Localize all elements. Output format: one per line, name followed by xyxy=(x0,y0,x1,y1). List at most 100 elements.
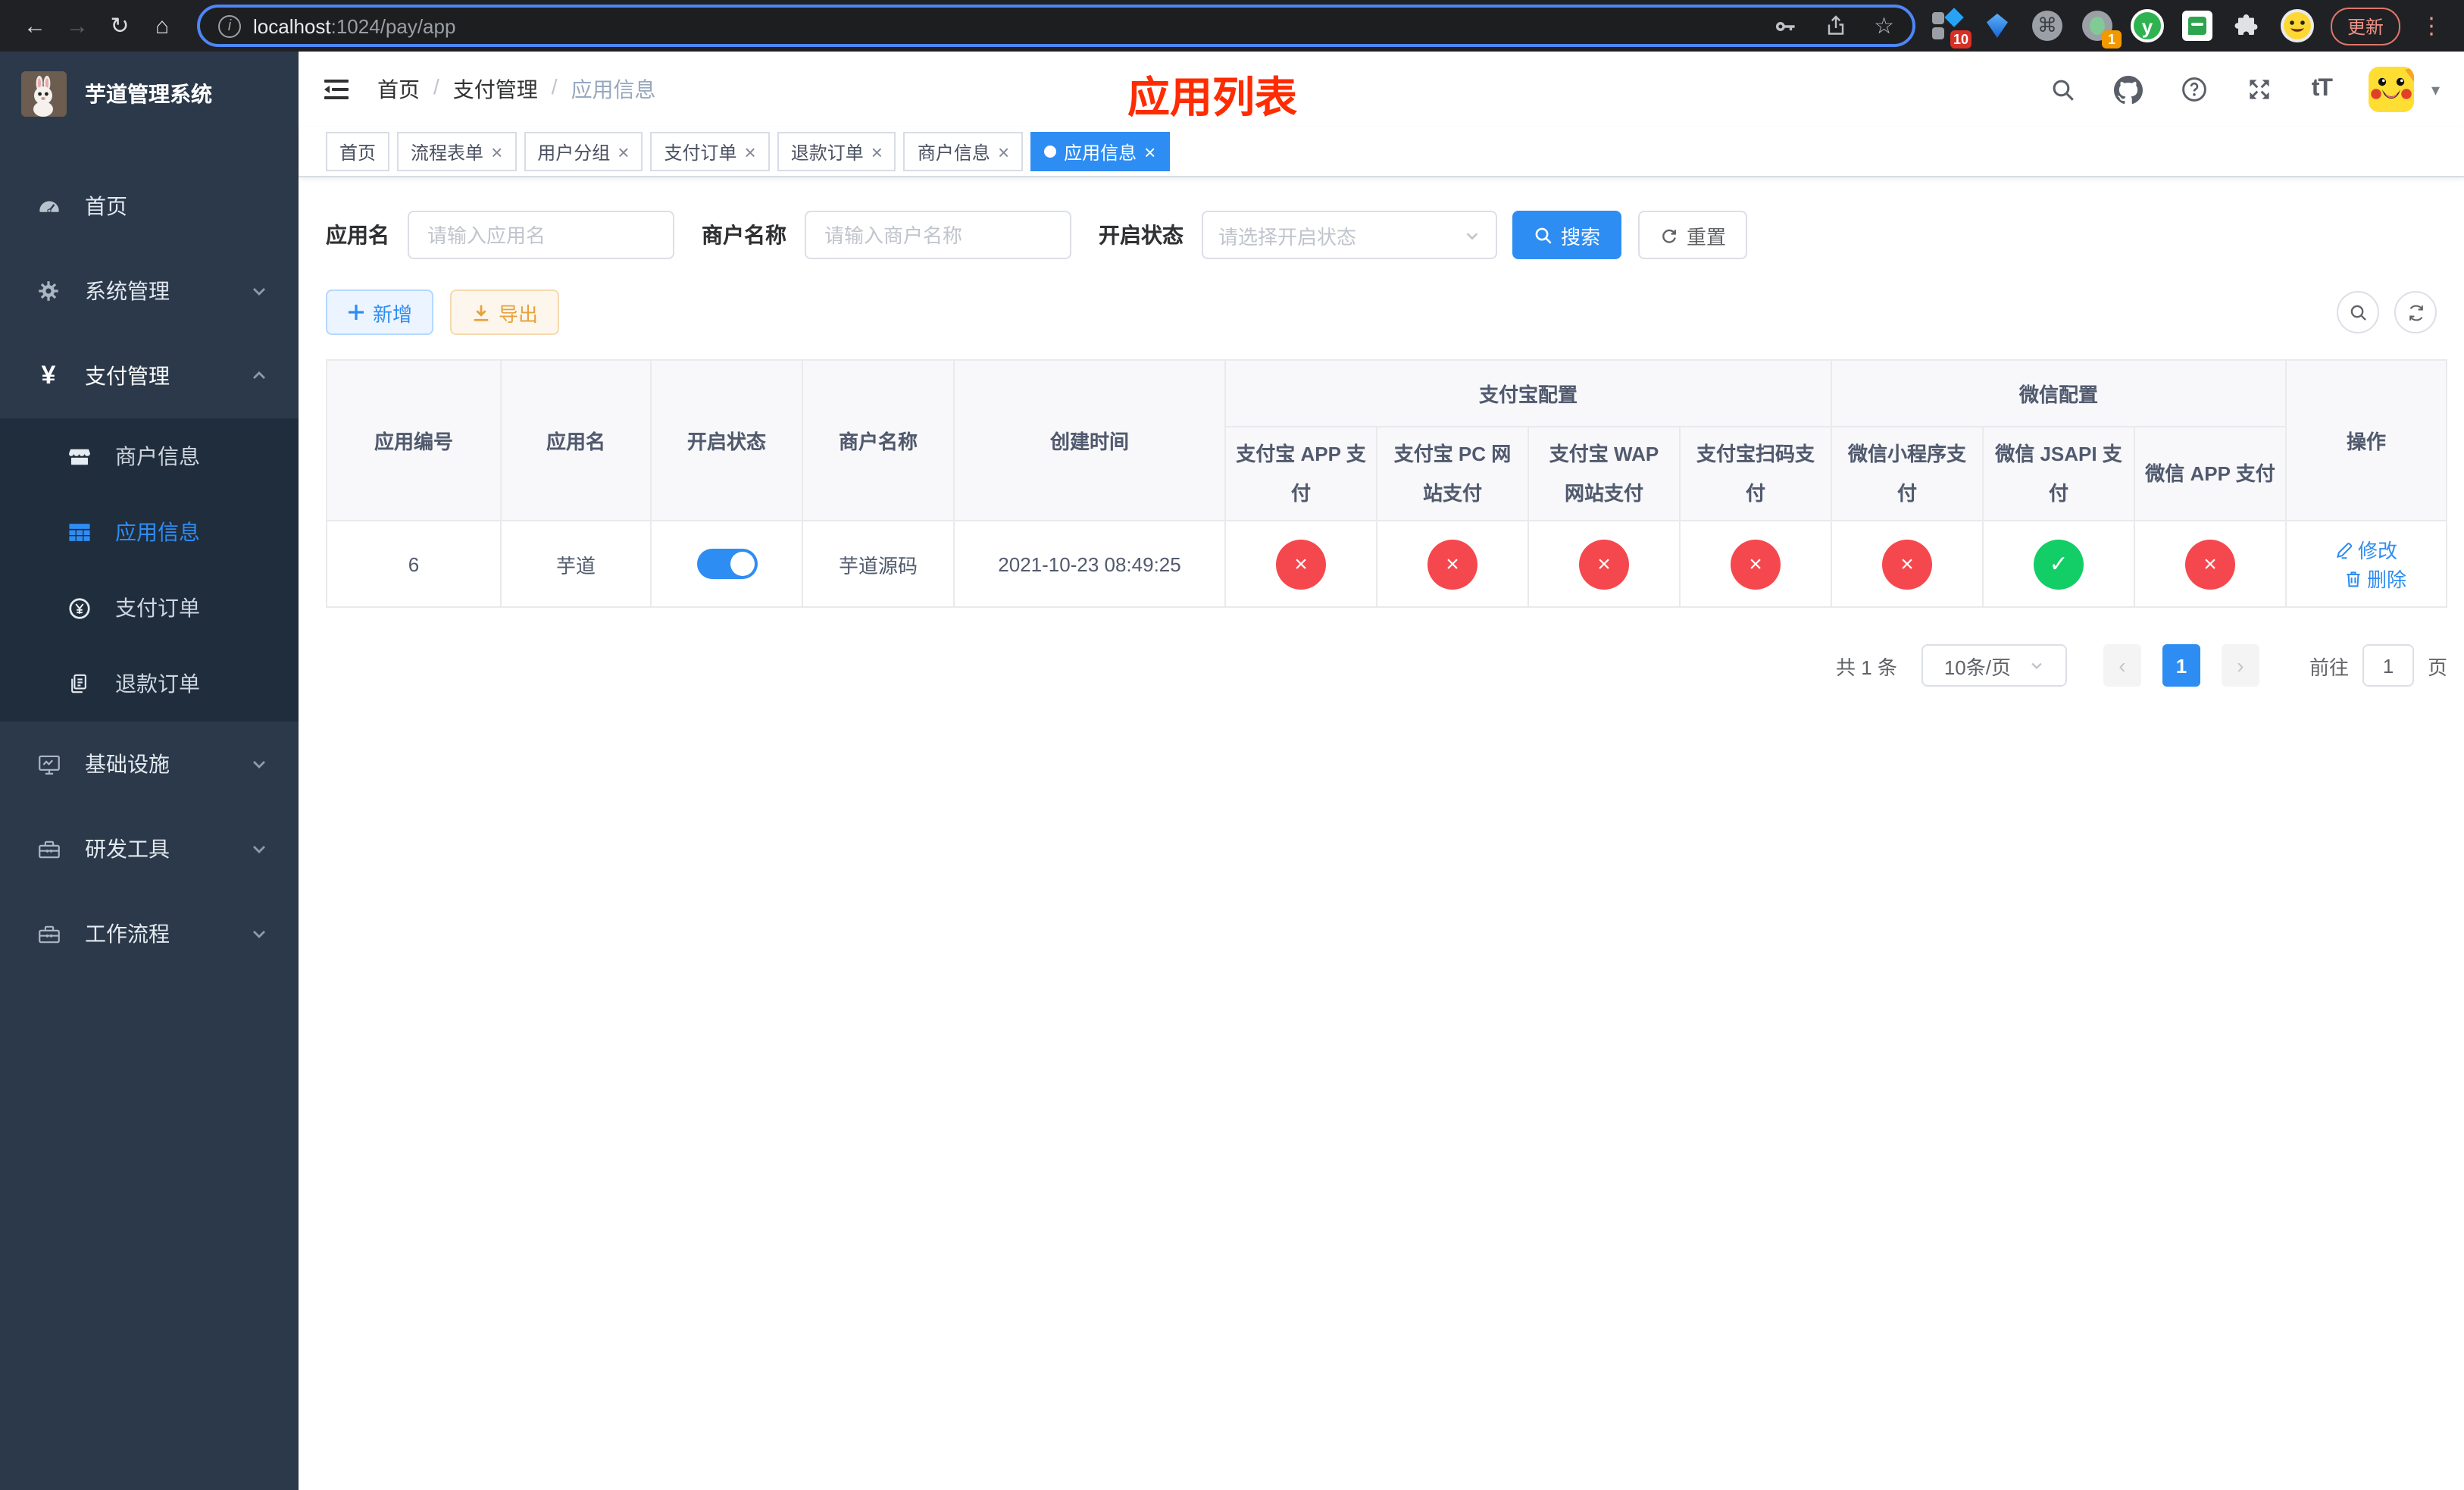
extension-badge-1: 1 xyxy=(2101,30,2122,49)
payment-submenu: 商户信息 应用信息 支付订单 退款订单 xyxy=(0,418,299,722)
extension-recorder-icon[interactable]: 1 xyxy=(2081,9,2122,49)
col-created: 创建时间 xyxy=(953,359,1226,521)
status-toggle[interactable] xyxy=(696,549,757,579)
browser-profile-avatar[interactable] xyxy=(2280,9,2314,42)
avatar-dropdown-caret-icon[interactable]: ▾ xyxy=(2431,80,2440,99)
col-app-id: 应用编号 xyxy=(326,359,502,521)
sidebar-item-system[interactable]: 系统管理 xyxy=(0,249,299,333)
app-table: 应用编号 应用名 开启状态 商户名称 创建时间 支付宝配置 微信配置 操作 支付… xyxy=(326,359,2447,608)
browser-reload-button[interactable]: ↻ xyxy=(100,6,139,45)
password-key-icon[interactable] xyxy=(1771,13,1796,39)
url-path: :1024/pay/app xyxy=(330,14,456,37)
extension-badge-10: 10 xyxy=(1950,30,1972,49)
sidebar-item-home[interactable]: 首页 xyxy=(0,164,299,249)
toggle-search-button[interactable] xyxy=(2337,291,2379,333)
sidebar-item-pay-order[interactable]: 支付订单 xyxy=(0,570,299,646)
search-icon xyxy=(1535,227,1552,243)
breadcrumb-home[interactable]: 首页 xyxy=(377,74,420,105)
page-title: 应用列表 xyxy=(1127,74,1298,121)
extension-yudao-icon[interactable]: y xyxy=(2130,9,2164,42)
breadcrumb-separator: / xyxy=(433,74,439,99)
refresh-icon xyxy=(1662,228,1677,243)
extension-blocks-icon[interactable]: 10 xyxy=(1931,8,1972,49)
user-avatar[interactable] xyxy=(2369,67,2415,112)
prev-page-button[interactable]: ‹ xyxy=(2103,644,2141,687)
close-icon[interactable]: × xyxy=(871,142,883,161)
status-select[interactable]: 请选择开启状态 xyxy=(1202,211,1497,259)
edit-link[interactable]: 修改 xyxy=(2335,535,2397,564)
sidebar-item-app-info[interactable]: 应用信息 xyxy=(0,494,299,570)
documents-icon xyxy=(61,671,97,696)
sidebar-item-merchant-info[interactable]: 商户信息 xyxy=(0,418,299,494)
col-alipay-qr: 支付宝扫码支付 xyxy=(1678,426,1833,521)
total-count: 共 1 条 xyxy=(1836,656,1897,678)
help-icon[interactable] xyxy=(2181,76,2209,103)
close-icon[interactable]: × xyxy=(618,142,629,161)
col-app-name: 应用名 xyxy=(500,359,652,521)
screen: ← → ↻ ⌂ i localhost:1024/pay/app ☆ 10 ⌘ … xyxy=(0,0,2464,1490)
close-icon[interactable]: × xyxy=(998,142,1009,161)
sidebar-item-infrastructure[interactable]: 基础设施 xyxy=(0,722,299,806)
bookmark-star-icon[interactable]: ☆ xyxy=(1874,12,1894,39)
tab-process-form[interactable]: 流程表单 × xyxy=(397,132,517,171)
goto-page-input[interactable] xyxy=(2362,644,2414,687)
app-name-input[interactable] xyxy=(408,211,674,259)
tab-app-info[interactable]: 应用信息 × xyxy=(1030,132,1170,171)
sidebar-item-label: 研发工具 xyxy=(85,837,170,861)
chevron-down-icon xyxy=(250,840,268,858)
plus-icon xyxy=(349,305,364,320)
extension-command-icon[interactable]: ⌘ xyxy=(2031,9,2064,42)
close-icon[interactable]: × xyxy=(491,142,502,161)
address-bar[interactable]: i localhost:1024/pay/app ☆ xyxy=(197,5,1915,47)
search-form: 应用名 商户名称 开启状态 请选择开启状态 搜索 重置 xyxy=(326,211,2437,259)
url-host: localhost xyxy=(253,14,331,37)
sidebar-item-refund-order[interactable]: 退款订单 xyxy=(0,646,299,722)
tab-home[interactable]: 首页 xyxy=(326,132,390,171)
fullscreen-icon[interactable] xyxy=(2247,76,2274,103)
add-button[interactable]: 新增 xyxy=(326,290,434,335)
merchant-name-input[interactable] xyxy=(805,211,1071,259)
tab-merchant-info[interactable]: 商户信息 × xyxy=(903,132,1024,171)
chrome-update-button[interactable]: 更新 xyxy=(2330,7,2400,45)
reset-button[interactable]: 重置 xyxy=(1638,211,1748,259)
search-button[interactable]: 搜索 xyxy=(1512,211,1622,259)
download-icon xyxy=(474,304,489,321)
sidebar-item-payment[interactable]: ¥ 支付管理 xyxy=(0,333,299,418)
app-logo[interactable]: 芋道管理系统 xyxy=(0,52,299,136)
next-page-button[interactable]: › xyxy=(2221,644,2259,687)
browser-forward-button[interactable]: → xyxy=(58,6,97,45)
tab-pay-order[interactable]: 支付订单 × xyxy=(650,132,770,171)
alipay-pc-status-icon: × xyxy=(1427,539,1477,589)
tab-refund-order[interactable]: 退款订单 × xyxy=(777,132,896,171)
browser-menu-icon[interactable]: ⋮ xyxy=(2417,12,2446,39)
sidebar-item-dev-tools[interactable]: 研发工具 xyxy=(0,806,299,891)
col-wechat-app: 微信 APP 支付 xyxy=(2134,426,2287,521)
sidebar-item-label: 系统管理 xyxy=(85,279,170,303)
sidebar-item-label: 基础设施 xyxy=(85,752,170,776)
extension-gem-icon[interactable] xyxy=(1981,9,2014,42)
app-name-label: 应用名 xyxy=(326,223,389,247)
extension-chat-icon[interactable] xyxy=(2181,9,2214,42)
close-icon[interactable]: × xyxy=(745,142,756,161)
close-icon[interactable]: × xyxy=(1144,142,1155,161)
refresh-table-button[interactable] xyxy=(2394,291,2437,333)
export-button[interactable]: 导出 xyxy=(450,290,560,335)
delete-link[interactable]: 删除 xyxy=(2344,564,2406,593)
font-size-icon[interactable]: tT xyxy=(2312,76,2333,103)
page-number-1[interactable]: 1 xyxy=(2162,644,2200,687)
sidebar-item-workflow[interactable]: 工作流程 xyxy=(0,891,299,976)
header-search-icon[interactable] xyxy=(2051,77,2077,102)
share-icon[interactable] xyxy=(1824,14,1846,38)
extensions-puzzle-icon[interactable] xyxy=(2231,9,2264,42)
breadcrumb-payment[interactable]: 支付管理 xyxy=(453,74,538,105)
col-merchant: 商户名称 xyxy=(802,359,955,521)
browser-home-button[interactable]: ⌂ xyxy=(142,6,182,45)
page-size-select[interactable]: 10条/页 xyxy=(1921,644,2067,687)
github-icon[interactable] xyxy=(2114,75,2143,104)
col-wechat-mini: 微信小程序支付 xyxy=(1831,426,1984,521)
site-info-icon[interactable]: i xyxy=(218,14,241,37)
storefront-icon xyxy=(61,443,97,469)
tab-user-group[interactable]: 用户分组 × xyxy=(524,132,643,171)
browser-back-button[interactable]: ← xyxy=(15,6,55,45)
sidebar-collapse-icon[interactable] xyxy=(323,77,350,102)
